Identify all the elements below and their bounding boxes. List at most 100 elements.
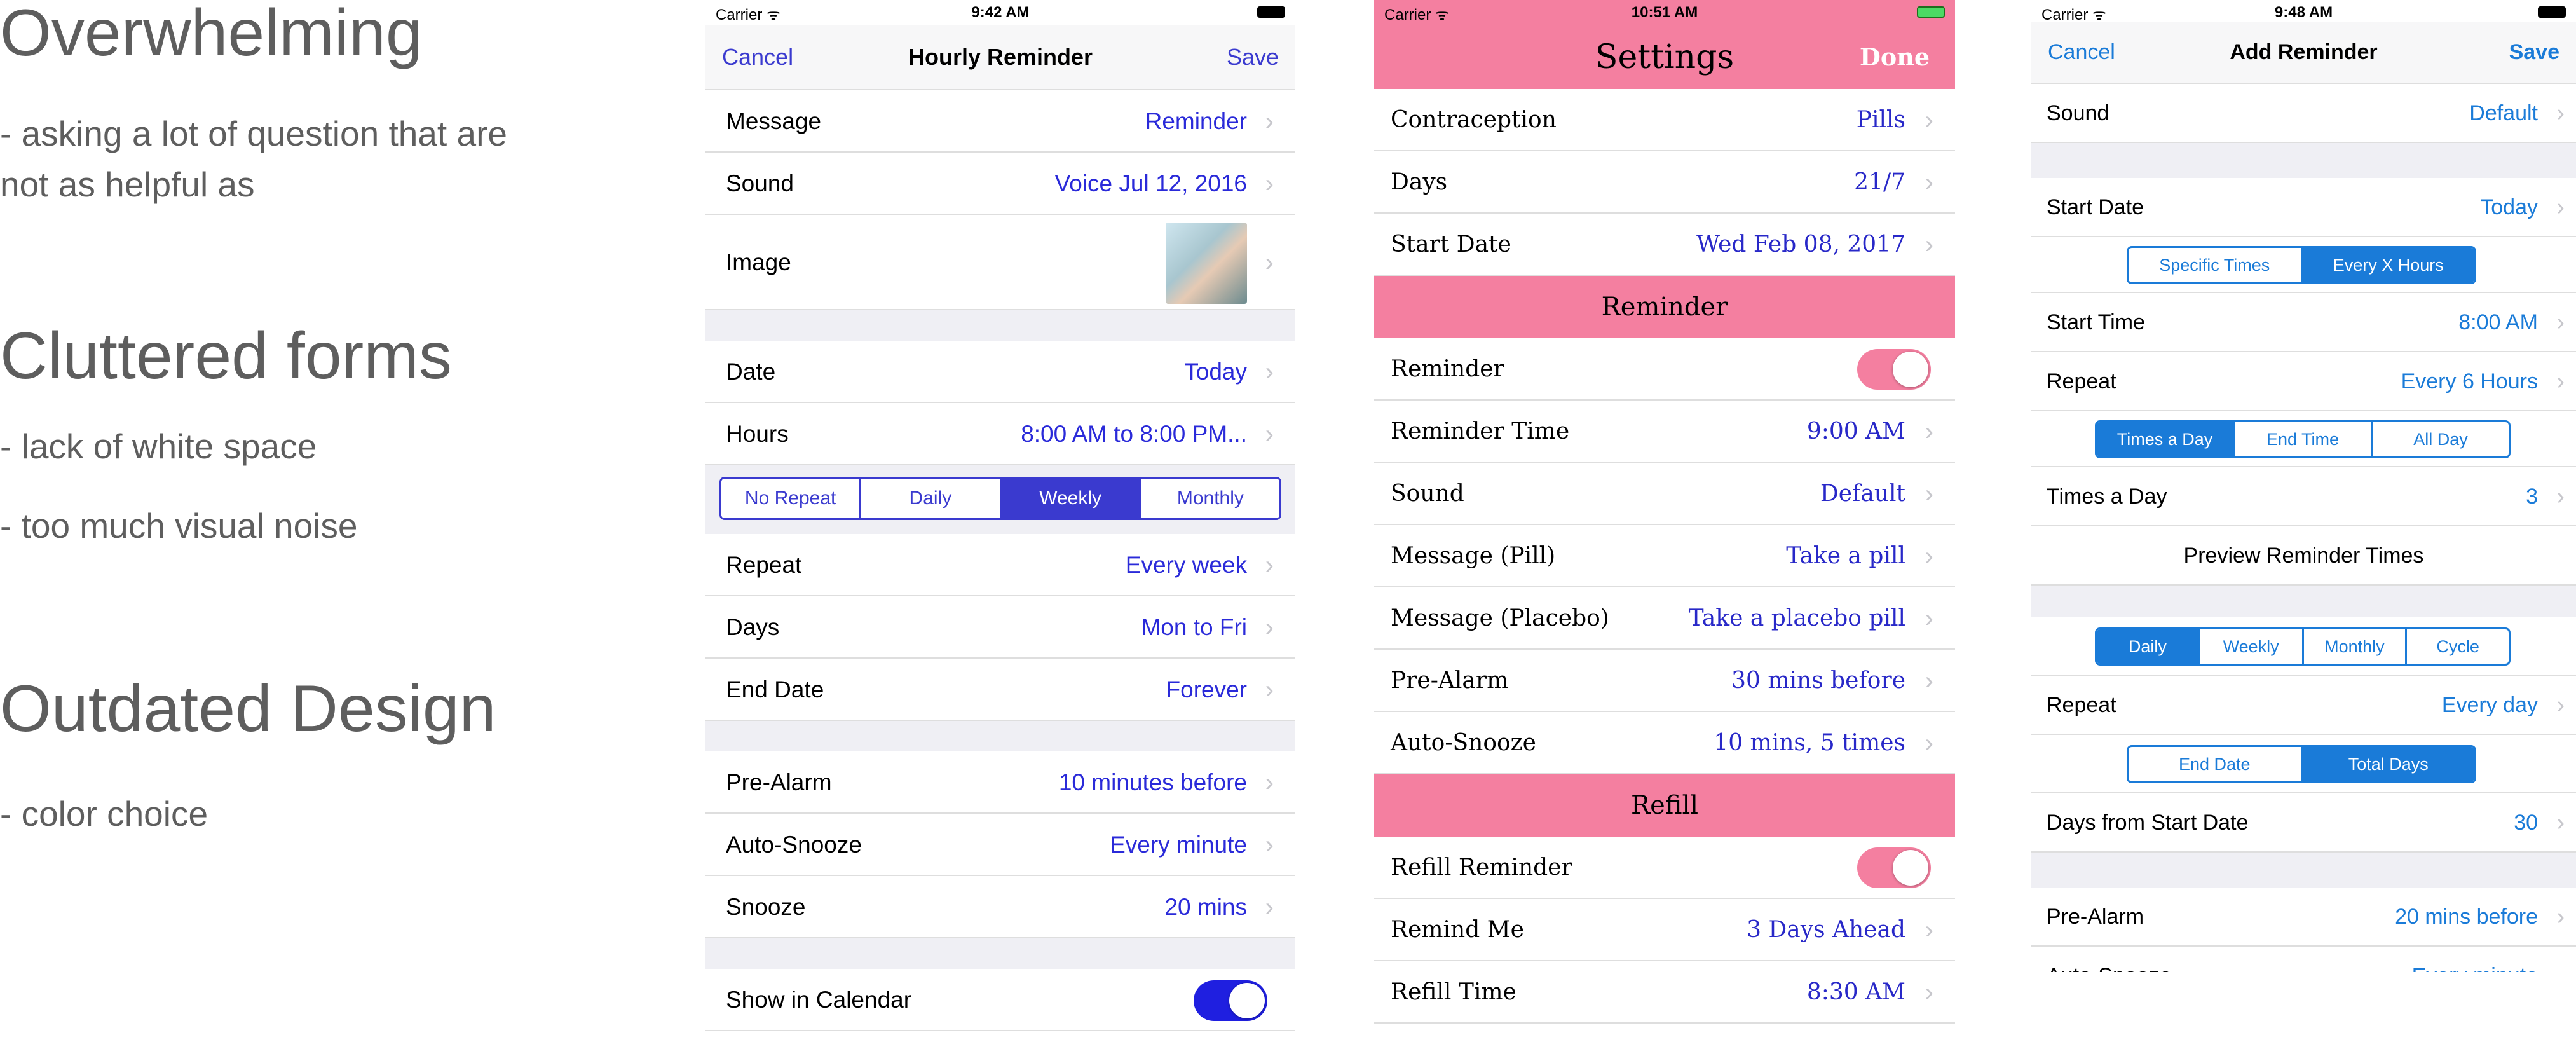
row-value: Today bbox=[2480, 195, 2538, 219]
segment-no-repeat[interactable]: No Repeat bbox=[721, 479, 862, 518]
phone-hourly-reminder: Carrier ᯤ 9:42 AM Cancel Hourly Reminder… bbox=[705, 0, 1295, 1042]
chevron-right-icon: › bbox=[1265, 358, 1274, 386]
row-days-from-start-date[interactable]: Days from Start Date 30 › bbox=[2031, 793, 2576, 853]
row-hours[interactable]: Hours 8:00 AM to 8:00 PM... › bbox=[705, 403, 1295, 465]
done-button[interactable]: Done bbox=[1860, 25, 1930, 89]
row-repeat[interactable]: Repeat Every week › bbox=[705, 534, 1295, 596]
row-auto-snooze[interactable]: Auto-Snooze Every minute › bbox=[2031, 947, 2576, 972]
status-bar: Carrier ᯤ 9:42 AM bbox=[705, 0, 1295, 25]
row-sound[interactable]: Sound Default › bbox=[1374, 463, 1955, 525]
row-pre-alarm[interactable]: Pre-Alarm 10 minutes before › bbox=[705, 751, 1295, 814]
row-label: Start Date bbox=[1391, 231, 1511, 257]
section-header-refill: Refill bbox=[1374, 774, 1955, 837]
row-message-pill[interactable]: Message (Pill) Take a pill › bbox=[1374, 525, 1955, 587]
row-label: Hours bbox=[726, 421, 789, 447]
note-title-cluttered-forms: Cluttered forms bbox=[0, 319, 452, 393]
row-repeat-hours[interactable]: Repeat Every 6 Hours › bbox=[2031, 352, 2576, 411]
repeat-segment-area: No Repeat Daily Weekly Monthly bbox=[705, 465, 1295, 534]
row-image[interactable]: Image › bbox=[705, 215, 1295, 310]
row-start-date[interactable]: Start Date Today › bbox=[2031, 178, 2576, 237]
row-message[interactable]: Message Reminder › bbox=[705, 90, 1295, 153]
row-remind-me[interactable]: Remind Me 3 Days Ahead › bbox=[1374, 899, 1955, 961]
row-reminder-time[interactable]: Reminder Time 9:00 AM › bbox=[1374, 401, 1955, 463]
chevron-right-icon: › bbox=[2556, 100, 2565, 127]
row-snooze[interactable]: Snooze 20 mins › bbox=[705, 876, 1295, 938]
status-time: 9:48 AM bbox=[2274, 4, 2333, 21]
row-date[interactable]: Date Today › bbox=[705, 341, 1295, 403]
segment-daily[interactable]: Daily bbox=[861, 479, 1002, 518]
day-mode-row: Times a Day End Time All Day bbox=[2031, 411, 2576, 467]
segment-every-x-hours[interactable]: Every X Hours bbox=[2302, 248, 2474, 282]
segment-cycle[interactable]: Cycle bbox=[2407, 629, 2509, 664]
segment-monthly[interactable]: Monthly bbox=[1141, 479, 1279, 518]
segment-weekly[interactable]: Weekly bbox=[2200, 629, 2304, 664]
chevron-right-icon: › bbox=[2556, 692, 2565, 718]
segment-end-time[interactable]: End Time bbox=[2235, 422, 2373, 456]
row-refill-time[interactable]: Refill Time 8:30 AM › bbox=[1374, 961, 1955, 1024]
row-pre-alarm[interactable]: Pre-Alarm 30 mins before › bbox=[1374, 650, 1955, 712]
chevron-right-icon: › bbox=[1925, 168, 1933, 196]
row-message-placebo[interactable]: Message (Placebo) Take a placebo pill › bbox=[1374, 587, 1955, 650]
row-days[interactable]: Days 21/7 › bbox=[1374, 151, 1955, 214]
toggle-knob bbox=[1893, 850, 1928, 886]
end-mode-row: End Date Total Days bbox=[2031, 735, 2576, 793]
row-reminder: Reminder bbox=[1374, 338, 1955, 401]
segment-daily[interactable]: Daily bbox=[2097, 629, 2200, 664]
row-label: Message bbox=[726, 108, 822, 134]
chevron-right-icon: › bbox=[1925, 729, 1933, 757]
times-mode-row: Specific Times Every X Hours bbox=[2031, 237, 2576, 293]
row-label: Reminder bbox=[1391, 356, 1504, 382]
row-label: Sound bbox=[2047, 101, 2109, 125]
chevron-right-icon: › bbox=[2556, 368, 2565, 395]
refill-reminder-toggle[interactable] bbox=[1857, 847, 1931, 888]
preview-reminder-times-button[interactable]: Preview Reminder Times bbox=[2031, 526, 2576, 586]
row-sound[interactable]: Sound Default › bbox=[2031, 84, 2576, 143]
segment-weekly[interactable]: Weekly bbox=[1001, 479, 1141, 518]
save-button[interactable]: Save bbox=[2509, 22, 2559, 83]
chevron-right-icon: › bbox=[2556, 309, 2565, 336]
segment-times-a-day[interactable]: Times a Day bbox=[2097, 422, 2235, 456]
row-repeat-day[interactable]: Repeat Every day › bbox=[2031, 676, 2576, 735]
row-start-time[interactable]: Start Time 8:00 AM › bbox=[2031, 293, 2576, 352]
show-in-calendar-toggle[interactable] bbox=[1194, 980, 1267, 1021]
chevron-right-icon: › bbox=[1265, 769, 1274, 797]
row-value: Mon to Fri bbox=[1141, 614, 1247, 640]
row-value: Every day bbox=[2441, 693, 2538, 717]
battery-icon bbox=[2538, 6, 2566, 18]
row-value: Every minute bbox=[1110, 832, 1247, 858]
row-label: Image bbox=[726, 249, 791, 275]
segment-total-days[interactable]: Total Days bbox=[2302, 747, 2474, 781]
chevron-right-icon: › bbox=[1265, 831, 1274, 859]
save-button[interactable]: Save bbox=[1227, 25, 1279, 89]
battery-icon bbox=[1257, 6, 1285, 18]
end-mode-segmented-control: End Date Total Days bbox=[2127, 745, 2476, 783]
row-label: Auto-Snooze bbox=[1391, 730, 1536, 756]
segment-end-date[interactable]: End Date bbox=[2129, 747, 2303, 781]
row-auto-snooze[interactable]: Auto-Snooze 10 mins, 5 times › bbox=[1374, 712, 1955, 774]
row-pre-alarm[interactable]: Pre-Alarm 20 mins before › bbox=[2031, 888, 2576, 947]
segment-all-day[interactable]: All Day bbox=[2373, 422, 2509, 456]
row-start-date[interactable]: Start Date Wed Feb 08, 2017 › bbox=[1374, 214, 1955, 276]
row-days[interactable]: Days Mon to Fri › bbox=[705, 596, 1295, 659]
row-auto-snooze[interactable]: Auto-Snooze Every minute › bbox=[705, 814, 1295, 876]
design-notes: Overwhelming - asking a lot of question … bbox=[0, 0, 648, 1042]
chevron-right-icon: › bbox=[2556, 194, 2565, 221]
status-bar: Carrier ᯤ 9:48 AM bbox=[2031, 0, 2576, 24]
row-label: Times a Day bbox=[2047, 484, 2167, 509]
chevron-right-icon: › bbox=[1265, 107, 1274, 135]
row-value: 8:30 AM bbox=[1806, 979, 1905, 1005]
row-value: 20 mins before bbox=[2395, 905, 2538, 929]
row-end-date[interactable]: End Date Forever › bbox=[705, 659, 1295, 721]
section-gap bbox=[705, 938, 1295, 969]
reminder-toggle[interactable] bbox=[1857, 349, 1931, 390]
segment-monthly[interactable]: Monthly bbox=[2304, 629, 2408, 664]
row-sound[interactable]: Sound Voice Jul 12, 2016 › bbox=[705, 153, 1295, 215]
note-line: - lack of white space bbox=[0, 427, 317, 466]
row-label: Start Time bbox=[2047, 310, 2145, 334]
row-contraception[interactable]: Contraception Pills › bbox=[1374, 89, 1955, 151]
woman-photo-thumbnail bbox=[1166, 223, 1247, 304]
segment-specific-times[interactable]: Specific Times bbox=[2129, 248, 2303, 282]
row-times-a-day[interactable]: Times a Day 3 › bbox=[2031, 467, 2576, 526]
chevron-right-icon: › bbox=[1265, 249, 1274, 277]
row-value: 20 mins bbox=[1164, 894, 1247, 920]
